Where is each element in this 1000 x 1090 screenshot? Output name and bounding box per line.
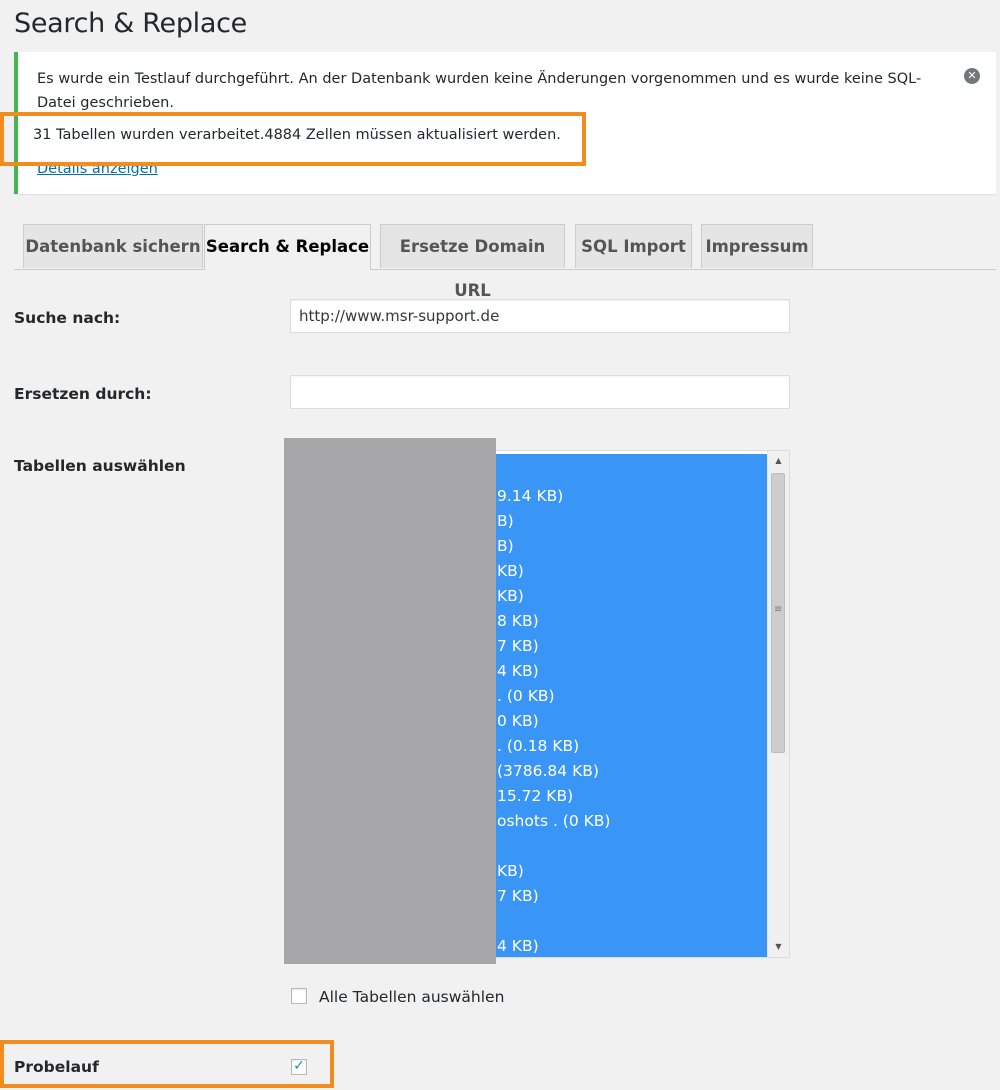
tab-ersetze-domain-url[interactable]: Ersetze Domain URL	[380, 224, 565, 300]
list-item[interactable]: 9.14 KB)	[497, 484, 563, 508]
tab-datenbank-sichern[interactable]: Datenbank sichern	[23, 224, 203, 268]
tab-sql-import[interactable]: SQL Import	[575, 224, 692, 268]
list-item[interactable]: oshots . (0 KB)	[497, 809, 610, 833]
list-item[interactable]: 4 KB)	[497, 659, 539, 683]
list-item[interactable]: 7 KB)	[497, 884, 539, 908]
list-item[interactable]: 0 KB)	[497, 709, 539, 733]
listbox-scrollbar[interactable]: ▲ ≡ ▼	[767, 451, 789, 957]
list-item[interactable]: 4 KB)	[497, 934, 539, 957]
tables-label: Tabellen auswählen	[14, 457, 186, 475]
notice-stats: 31 Tabellen wurden verarbeitet.4884 Zell…	[33, 127, 561, 143]
list-item[interactable]: 15.72 KB)	[497, 784, 573, 808]
search-label: Suche nach:	[14, 309, 121, 327]
details-link[interactable]: Details anzeigen	[37, 161, 158, 177]
tab-search-replace[interactable]: Search & Replace	[204, 224, 371, 270]
list-item[interactable]: 8 KB)	[497, 609, 539, 633]
tab-impressum[interactable]: Impressum	[701, 224, 813, 268]
list-item[interactable]: 7 KB)	[497, 634, 539, 658]
page-title: Search & Replace	[14, 8, 247, 39]
list-item[interactable]: KB)	[497, 559, 524, 583]
scroll-down-icon[interactable]: ▼	[768, 937, 789, 957]
replace-label: Ersetzen durch:	[14, 385, 152, 403]
list-item[interactable]: . (0 KB)	[497, 684, 555, 708]
list-item[interactable]: KB)	[497, 859, 524, 883]
notice-message: Es wurde ein Testlauf durchgeführt. An d…	[37, 71, 922, 111]
dismiss-icon[interactable]: ✕	[964, 68, 980, 84]
list-item[interactable]: B)	[497, 509, 514, 533]
list-item[interactable]: B)	[497, 534, 514, 558]
list-item[interactable]: KB)	[497, 584, 524, 608]
redaction-overlay	[284, 438, 496, 964]
list-item[interactable]: . (0.18 KB)	[497, 734, 579, 758]
tab-bar: Datenbank sichern Search & Replace Erset…	[14, 224, 996, 300]
grip-icon: ≡	[774, 604, 783, 615]
list-item[interactable]: (3786.84 KB)	[497, 759, 599, 783]
replace-input[interactable]	[290, 375, 790, 409]
success-notice: Es wurde ein Testlauf durchgeführt. An d…	[14, 52, 996, 194]
select-all-label[interactable]: Alle Tabellen auswählen	[319, 988, 504, 1006]
scroll-thumb[interactable]: ≡	[771, 473, 785, 753]
dryrun-label: Probelauf	[14, 1058, 99, 1076]
search-input[interactable]	[290, 299, 790, 333]
dryrun-checkbox[interactable]: ✓	[291, 1059, 307, 1075]
scroll-up-icon[interactable]: ▲	[768, 451, 789, 471]
select-all-checkbox[interactable]	[291, 988, 307, 1004]
